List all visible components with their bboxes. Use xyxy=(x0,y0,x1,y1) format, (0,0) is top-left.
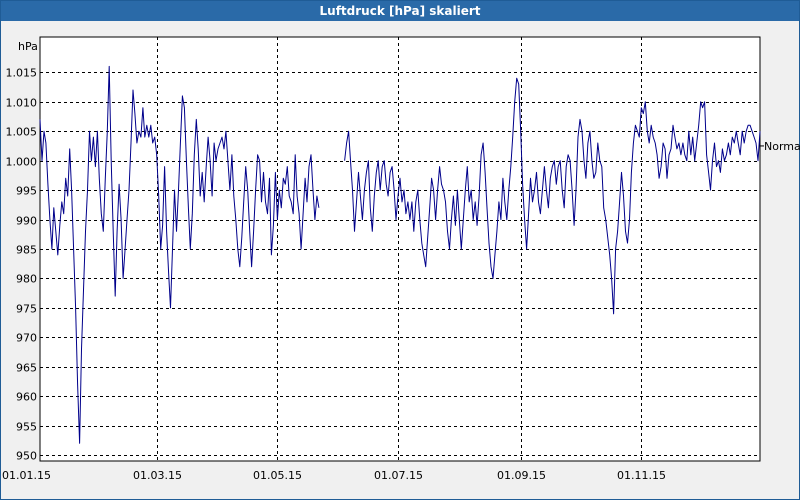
y-tick-label: 1.005 xyxy=(6,126,38,139)
y-tick-label: 990 xyxy=(16,215,37,228)
y-tick-label: 995 xyxy=(16,185,37,198)
y-tick-label: 965 xyxy=(16,362,37,375)
y-tick-label: 975 xyxy=(16,303,37,316)
pressure-chart: 1.015 1.010 1.005 1.000 995 990 985 980 975 970 96… xyxy=(2,36,800,482)
y-tick-label: 970 xyxy=(16,332,37,345)
y-tick-label: 980 xyxy=(16,273,37,286)
reference-label: Normal xyxy=(764,140,800,153)
x-tick-label: 01.11.15 xyxy=(617,469,666,482)
x-tick-label: 01.07.15 xyxy=(374,469,423,482)
y-tick-label: 985 xyxy=(16,244,37,257)
y-axis-ticks: 1.015 1.010 1.005 1.000 995 990 985 980 975 970 96… xyxy=(6,67,38,463)
x-axis-ticks: 01.01.15 01.03.15 01.05.15 01.07.15 01.09.15… xyxy=(2,469,666,482)
x-tick-label: 01.09.15 xyxy=(497,469,546,482)
y-axis-label: hPa xyxy=(18,40,38,53)
y-tick-label: 960 xyxy=(16,391,37,404)
y-tick-label: 1.000 xyxy=(6,156,38,169)
x-tick-label: 01.05.15 xyxy=(253,469,302,482)
reference-lines: Normal xyxy=(760,140,800,153)
y-tick-label: 1.015 xyxy=(6,67,38,80)
y-tick-label: 950 xyxy=(16,450,37,463)
y-tick-label: 1.010 xyxy=(6,97,38,110)
y-tick-label: 955 xyxy=(16,421,37,434)
x-tick-label: 01.01.15 xyxy=(2,469,51,482)
x-tick-label: 01.03.15 xyxy=(133,469,182,482)
